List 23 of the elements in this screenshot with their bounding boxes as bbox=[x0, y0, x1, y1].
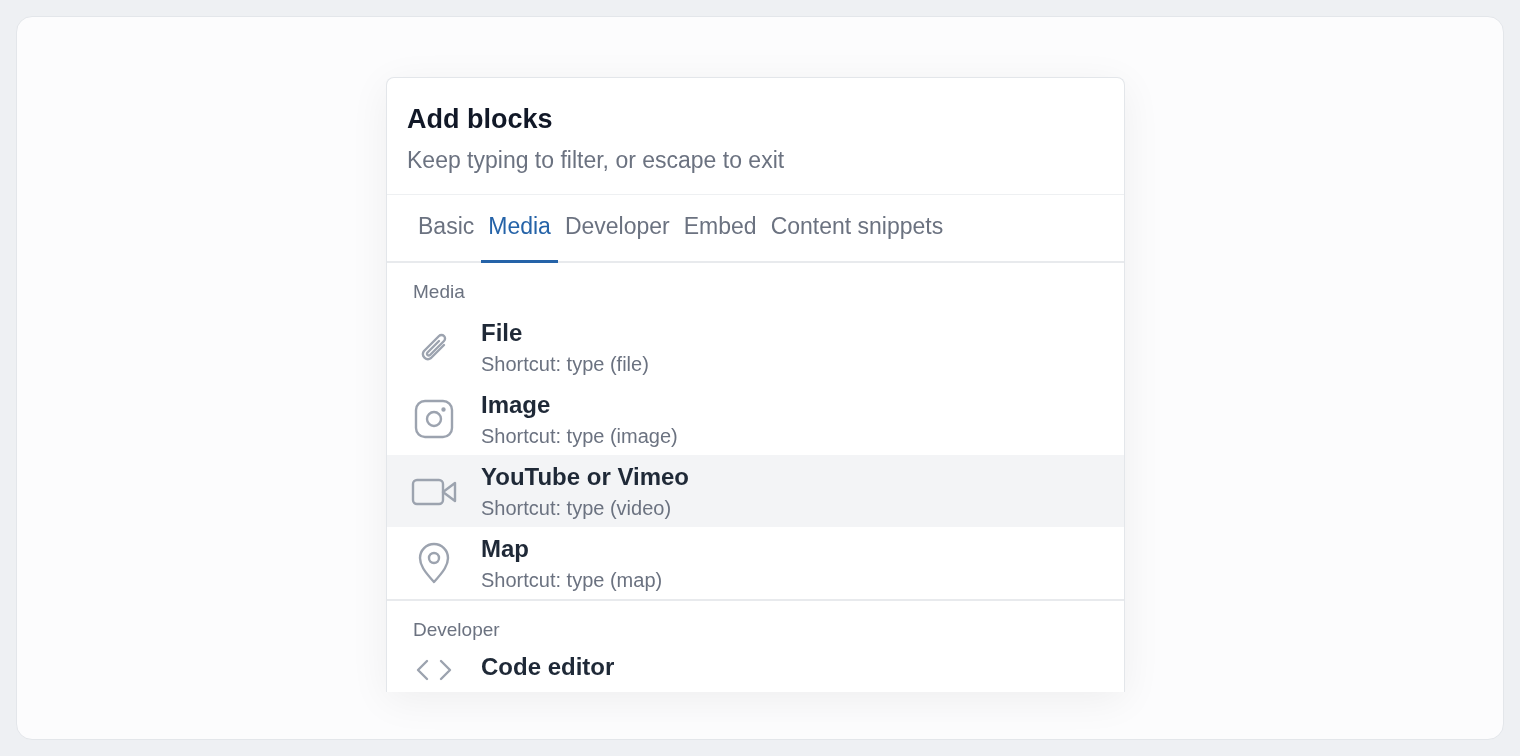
block-option[interactable]: Image Shortcut: type (image) bbox=[387, 383, 1124, 455]
block-option[interactable]: YouTube or Vimeo Shortcut: type (video) bbox=[387, 455, 1124, 527]
option-title: File bbox=[481, 318, 524, 347]
section-label: Developer bbox=[387, 599, 1124, 649]
option-shortcut: Shortcut: type (file) bbox=[481, 352, 649, 376]
category-tab[interactable]: Media bbox=[481, 195, 558, 263]
option-title: Code editor bbox=[481, 653, 615, 681]
option-title: YouTube or Vimeo bbox=[481, 462, 690, 491]
option-shortcut: Shortcut: type (image) bbox=[481, 424, 678, 448]
block-option[interactable]: Map Shortcut: type (map) bbox=[387, 527, 1124, 599]
option-title: Map bbox=[481, 534, 530, 563]
category-tab[interactable]: Basic bbox=[411, 195, 482, 263]
category-tab[interactable]: Content snippets bbox=[763, 195, 951, 263]
category-tab[interactable]: Embed bbox=[676, 195, 764, 263]
option-shortcut: Shortcut: type (video) bbox=[481, 496, 673, 520]
block-option[interactable]: Code editor bbox=[387, 649, 1124, 692]
panel-title: Add blocks bbox=[407, 104, 554, 135]
section-label: Media bbox=[412, 280, 466, 304]
category-tab[interactable]: Developer bbox=[557, 195, 677, 263]
option-shortcut: Shortcut: type (map) bbox=[481, 568, 663, 592]
block-option[interactable]: File Shortcut: type (file) bbox=[387, 311, 1124, 383]
option-title: Image bbox=[481, 390, 552, 419]
panel-subtitle: Keep typing to filter, or escape to exit bbox=[407, 147, 786, 174]
